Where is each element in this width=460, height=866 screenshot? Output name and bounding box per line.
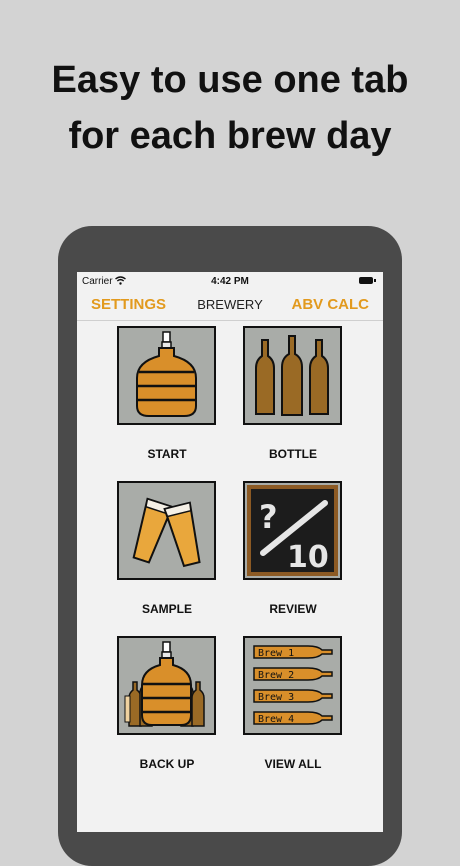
svg-text:?: ? <box>259 498 278 536</box>
navigation-bar: SETTINGS BREWERY ABV CALC <box>77 290 383 321</box>
start-tile[interactable] <box>117 326 216 425</box>
back-up-label: BACK UP <box>139 757 195 771</box>
brew-list-icon: Brew 1 Brew 2 Brew 3 Brew 4 <box>253 645 333 725</box>
chalkboard-review-icon: ? 10 <box>247 485 338 576</box>
carboy-icon <box>136 331 197 417</box>
bottles-icon <box>255 335 329 416</box>
brew-4-text: Brew 4 <box>258 714 294 725</box>
headline-line-1: Easy to use one tab <box>51 59 409 101</box>
sample-tile[interactable] <box>117 481 216 580</box>
start-label: START <box>147 447 187 461</box>
review-tile[interactable]: ? 10 <box>243 481 342 580</box>
brew-1-text: Brew 1 <box>258 648 294 659</box>
status-time: 4:42 PM <box>211 276 249 287</box>
view-all-label: VIEW ALL <box>264 757 322 771</box>
bottle-tile[interactable] <box>243 326 342 425</box>
battery-icon <box>359 277 376 284</box>
brew-3-text: Brew 3 <box>258 692 294 703</box>
bottle-label: BOTTLE <box>269 447 317 461</box>
brew-2-text: Brew 2 <box>258 670 294 681</box>
carboy-bottles-icon <box>124 641 205 727</box>
review-label: REVIEW <box>269 602 317 616</box>
headline: Easy to use one tab for each brew day <box>0 52 460 164</box>
back-up-tile[interactable] <box>117 636 216 735</box>
sample-label: SAMPLE <box>141 602 192 616</box>
svg-text:10: 10 <box>287 540 329 575</box>
abv-calc-button[interactable]: ABV CALC <box>292 296 370 313</box>
phone-screen: Carrier 4:42 PM SETTINGS BREWERY ABV CAL… <box>77 272 383 832</box>
view-all-tile[interactable]: Brew 1 Brew 2 Brew 3 Brew 4 <box>243 636 342 735</box>
headline-line-2: for each brew day <box>68 115 392 157</box>
beer-glasses-icon <box>132 497 201 568</box>
status-bar: Carrier 4:42 PM <box>77 272 383 290</box>
